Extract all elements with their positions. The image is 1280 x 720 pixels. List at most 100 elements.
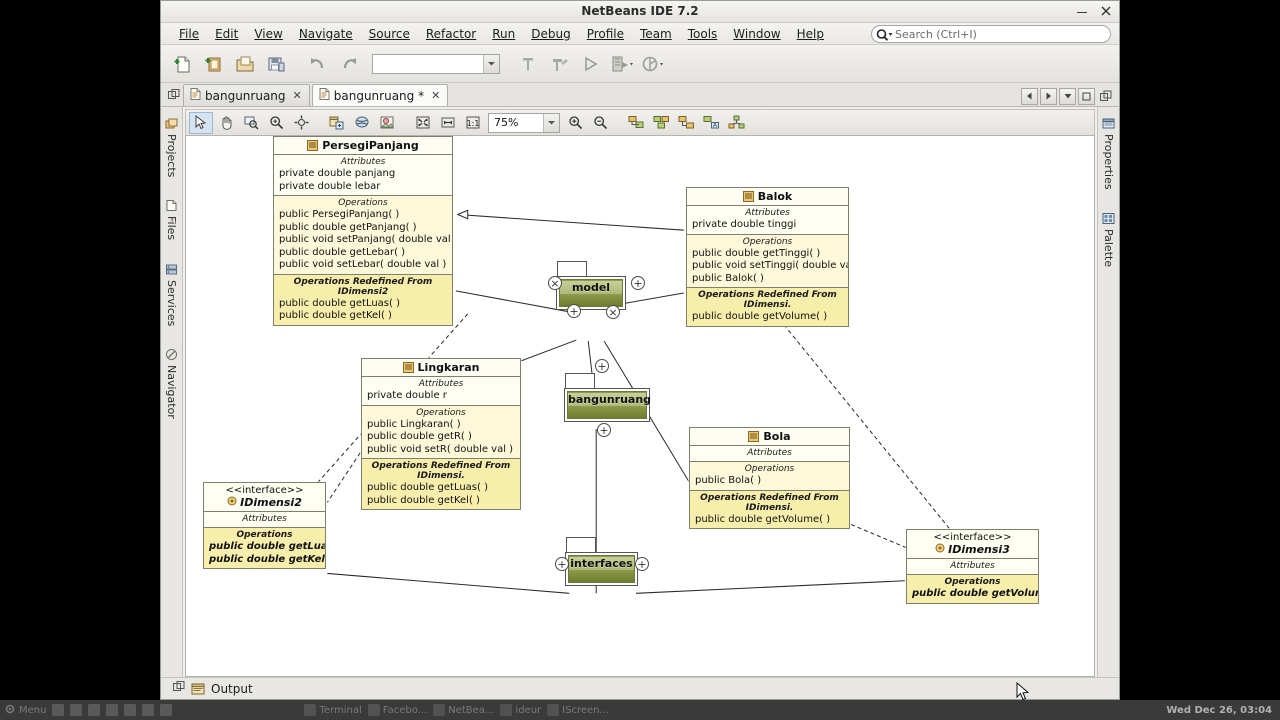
collapse-handle[interactable]: ×	[606, 305, 620, 319]
uml-package-interfaces[interactable]: interfaces	[565, 537, 638, 586]
menu-source[interactable]: Source	[361, 25, 418, 43]
output-window-bar[interactable]: Output	[161, 677, 1119, 699]
layout-auto-button[interactable]: A	[699, 112, 723, 134]
interface-icon	[935, 543, 945, 556]
expand-handle[interactable]: +	[635, 557, 649, 571]
minimize-button[interactable]	[1075, 3, 1089, 19]
build-project-button[interactable]	[514, 50, 542, 78]
new-project-button[interactable]	[200, 50, 228, 78]
taskbar-menu-button[interactable]: Menu	[4, 703, 46, 718]
expand-handle[interactable]: +	[597, 423, 611, 437]
menu-tools[interactable]: Tools	[680, 25, 726, 43]
collapse-handle[interactable]: ×	[548, 276, 562, 290]
menu-refactor[interactable]: Refactor	[418, 25, 484, 43]
tab-list-button[interactable]	[1059, 87, 1076, 105]
sidebar-item-projects[interactable]: Projects	[162, 111, 181, 183]
taskbar-window-ideur[interactable]: ideur	[500, 704, 541, 716]
taskbar-quicklaunch-icon[interactable]	[106, 704, 119, 716]
uml-package-model[interactable]: model	[556, 261, 626, 310]
uml-interface-idimensi3[interactable]: <<interface>> IDimensi3 Attributes Opera…	[906, 529, 1039, 604]
close-icon[interactable]: ✕	[293, 89, 302, 102]
taskbar-quicklaunch-icon[interactable]	[88, 704, 101, 716]
expand-handle[interactable]: +	[555, 557, 569, 571]
select-tool-button[interactable]	[189, 111, 213, 134]
layout-circular-icon	[728, 115, 744, 129]
expand-handle[interactable]: +	[595, 359, 609, 373]
dock-toggle-icon[interactable]	[173, 681, 185, 696]
profile-project-button[interactable]	[638, 50, 666, 78]
dock-toggle-icon[interactable]	[165, 84, 183, 106]
uml-package-bangunruang[interactable]: bangunruang	[564, 373, 651, 422]
run-project-button[interactable]	[576, 50, 604, 78]
tab-scroll-left-button[interactable]	[1021, 87, 1038, 105]
taskbar-quicklaunch-icon[interactable]	[70, 704, 83, 716]
menu-file[interactable]: File	[171, 25, 207, 43]
export-image-button[interactable]	[375, 112, 399, 134]
search-input[interactable]: Search (Ctrl+I)	[893, 28, 977, 41]
layout-circular-button[interactable]	[724, 112, 748, 134]
layout-tree-button[interactable]	[674, 112, 698, 134]
taskbar-quicklaunch-icon[interactable]	[142, 704, 155, 716]
zoom-out-button[interactable]	[588, 112, 612, 134]
menu-navigate[interactable]: Navigate	[291, 25, 361, 43]
save-all-button[interactable]	[262, 50, 290, 78]
fit-diagram-button[interactable]	[411, 112, 435, 134]
float-window-icon[interactable]	[1097, 85, 1115, 107]
close-icon[interactable]: ✕	[431, 89, 440, 102]
menu-window[interactable]: Window	[725, 25, 788, 43]
open-project-button[interactable]	[231, 50, 259, 78]
menu-run[interactable]: Run	[484, 25, 523, 43]
uml-class-balok[interactable]: Balok Attributes private double tinggi O…	[686, 187, 849, 327]
menu-debug[interactable]: Debug	[523, 25, 578, 43]
clean-build-button[interactable]	[545, 50, 573, 78]
magnifier-tool-button[interactable]	[264, 112, 288, 134]
editor-tab-bangunruang-2[interactable]: bangunruang * ✕	[311, 84, 449, 106]
taskbar-window-facebook[interactable]: Facebo...	[367, 704, 427, 716]
menu-team[interactable]: Team	[632, 25, 680, 43]
zoom-in-button[interactable]	[563, 112, 587, 134]
taskbar-quicklaunch-icon[interactable]	[124, 704, 137, 716]
refresh-diagram-button[interactable]	[350, 112, 374, 134]
taskbar-window-terminal[interactable]: Terminal	[304, 704, 362, 716]
maximize-tab-button[interactable]	[1078, 87, 1095, 105]
undo-button[interactable]	[304, 50, 332, 78]
taskbar-quicklaunch-icon[interactable]	[160, 704, 173, 716]
layout-hierarchical-button[interactable]	[624, 112, 648, 134]
zoom-level-value[interactable]: 75%	[489, 116, 543, 129]
sidebar-item-files[interactable]: Files	[162, 193, 181, 246]
new-file-button[interactable]	[169, 50, 197, 78]
move-tool-button[interactable]	[289, 112, 313, 134]
uml-interface-idimensi2[interactable]: <<interface>> IDimensi2 Attributes Opera…	[203, 482, 326, 569]
menu-help[interactable]: Help	[789, 25, 832, 43]
show-hide-members-button[interactable]	[325, 112, 349, 134]
editor-tab-bangunruang-1[interactable]: bangunruang ✕	[183, 84, 310, 106]
redo-button[interactable]	[335, 50, 363, 78]
uml-class-persegipanjang[interactable]: PersegiPanjang Attributes private double…	[273, 136, 453, 326]
taskbar-window-netbeans[interactable]: NetBea...	[433, 704, 494, 716]
sidebar-item-services[interactable]: Services	[162, 257, 181, 332]
sidebar-item-properties[interactable]: Properties	[1099, 111, 1118, 196]
menu-view[interactable]: View	[246, 25, 290, 43]
zoom-area-tool-button[interactable]	[239, 112, 263, 134]
zoom-level-combo[interactable]: 75%	[488, 112, 560, 133]
layout-orthogonal-button[interactable]	[649, 112, 673, 134]
menu-profile[interactable]: Profile	[579, 25, 632, 43]
project-configuration-combo[interactable]	[372, 53, 500, 74]
actual-size-button[interactable]: 1:1	[461, 112, 485, 134]
taskbar-quicklaunch-icon[interactable]	[52, 704, 65, 716]
sidebar-item-navigator[interactable]: Navigator	[162, 342, 181, 425]
expand-handle[interactable]: +	[567, 304, 581, 318]
close-button[interactable]	[1099, 3, 1113, 19]
debug-project-button[interactable]	[607, 50, 635, 78]
expand-handle[interactable]: +	[631, 276, 645, 290]
sidebar-item-palette[interactable]: Palette	[1099, 206, 1118, 273]
uml-class-lingkaran[interactable]: Lingkaran Attributes private double r Op…	[361, 358, 521, 510]
pan-tool-button[interactable]	[214, 112, 238, 134]
menu-edit[interactable]: Edit	[207, 25, 246, 43]
taskbar-window-iscreen[interactable]: IScreen...	[547, 704, 609, 716]
diagram-canvas[interactable]: PersegiPanjang Attributes private double…	[185, 135, 1095, 677]
uml-class-bola[interactable]: Bola Attributes Operations public Bola( …	[689, 427, 850, 529]
search-box[interactable]: Search (Ctrl+I)	[871, 25, 1111, 43]
fit-width-button[interactable]	[436, 112, 460, 134]
tab-scroll-right-button[interactable]	[1040, 87, 1057, 105]
